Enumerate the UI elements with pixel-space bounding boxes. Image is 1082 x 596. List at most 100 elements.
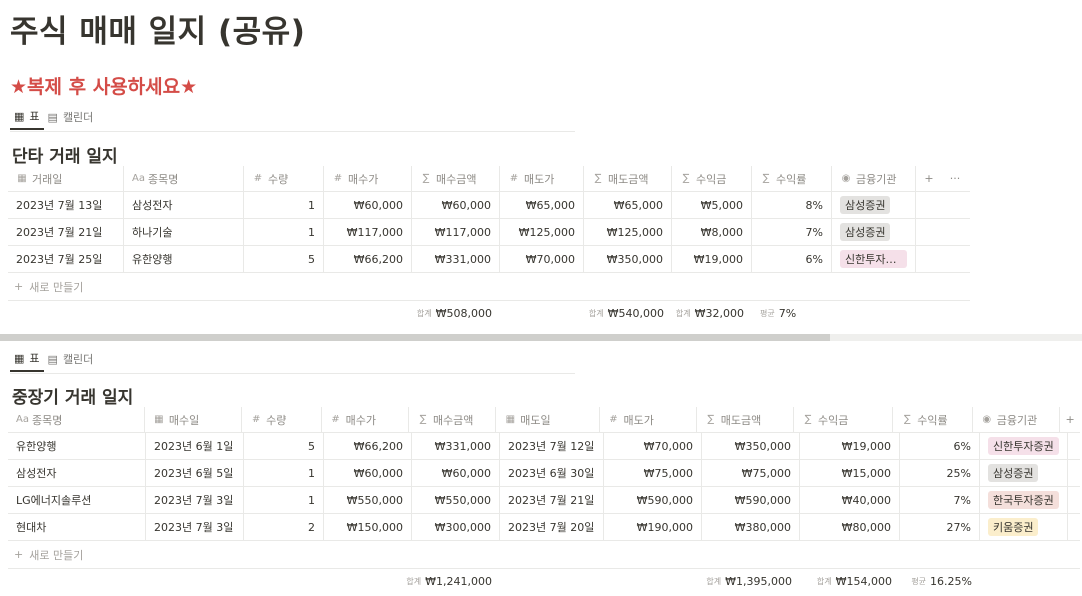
table-row[interactable]: 2023년 7월 25일 유한양행 5 ₩66,200 ₩331,000 ₩70,000 ₩… xyxy=(8,246,970,273)
column-header[interactable]: ◉ 금융기관 xyxy=(973,407,1061,432)
column-header[interactable]: # 매도가 xyxy=(500,166,584,191)
table-cell[interactable]: 키움증권 xyxy=(980,514,1068,540)
column-header[interactable]: ▦ 매수일 xyxy=(145,407,243,432)
table-cell[interactable]: ₩60,000 xyxy=(324,460,412,486)
table-cell[interactable]: 2023년 7월 21일 xyxy=(8,219,124,245)
column-header[interactable]: ▦ 매도일 xyxy=(496,407,600,432)
table-cell[interactable]: 5 xyxy=(244,246,324,272)
table-cell[interactable]: ₩70,000 xyxy=(604,433,702,459)
column-header[interactable]: ∑ 매수금액 xyxy=(412,166,500,191)
footer-cell[interactable]: 합계 ₩540,000 xyxy=(584,301,672,325)
table-cell[interactable]: ₩350,000 xyxy=(702,433,800,459)
column-header[interactable]: ∑ 매수금액 xyxy=(409,407,497,432)
table-cell[interactable]: 유한양행 xyxy=(124,246,244,272)
column-header[interactable]: # 수량 xyxy=(242,407,322,432)
table-cell[interactable]: ₩19,000 xyxy=(672,246,752,272)
table-cell[interactable]: 8% xyxy=(752,192,832,218)
footer-cell[interactable] xyxy=(244,301,324,325)
column-header[interactable]: ∑ 수익률 xyxy=(752,166,832,191)
footer-cell[interactable]: 평균 7% xyxy=(752,301,832,325)
table-cell[interactable]: 2023년 7월 21일 xyxy=(500,487,604,513)
footer-cell[interactable]: 합계 ₩1,395,000 xyxy=(702,569,800,593)
table-cell[interactable]: ₩40,000 xyxy=(800,487,900,513)
footer-cell[interactable]: 합계 ₩32,000 xyxy=(672,301,752,325)
column-header[interactable]: ▦ 거래일 xyxy=(8,166,124,191)
table-cell[interactable]: ₩8,000 xyxy=(672,219,752,245)
tab-calendar[interactable]: ▤ 캘린더 xyxy=(44,346,98,372)
footer-cell[interactable] xyxy=(244,569,324,593)
footer-cell[interactable]: 평균 16.25% xyxy=(900,569,980,593)
more-options-icon[interactable]: ··· xyxy=(942,166,968,191)
table-cell[interactable]: ₩331,000 xyxy=(412,433,500,459)
table-cell[interactable]: ₩590,000 xyxy=(702,487,800,513)
footer-cell[interactable] xyxy=(8,301,124,325)
column-header[interactable]: Aa 종목명 xyxy=(8,407,145,432)
table-cell[interactable]: ₩300,000 xyxy=(412,514,500,540)
table-cell[interactable]: 삼성증권 xyxy=(832,192,916,218)
table-cell[interactable]: 2023년 6월 1일 xyxy=(146,433,244,459)
table-cell[interactable]: ₩331,000 xyxy=(412,246,500,272)
table-cell[interactable]: LG에너지솔루션 xyxy=(8,487,146,513)
footer-cell[interactable]: 합계 ₩154,000 xyxy=(800,569,900,593)
table-cell[interactable]: ₩150,000 xyxy=(324,514,412,540)
footer-cell[interactable] xyxy=(500,569,604,593)
new-row-button[interactable]: + 새로 만들기 xyxy=(8,541,1080,569)
table-cell[interactable]: ₩550,000 xyxy=(412,487,500,513)
column-header[interactable]: ∑ 수익금 xyxy=(672,166,752,191)
table-cell[interactable]: ₩60,000 xyxy=(412,192,500,218)
tab-calendar[interactable]: ▤ 캘린더 xyxy=(44,104,98,130)
column-header[interactable]: # 매수가 xyxy=(324,166,412,191)
table-cell[interactable]: 2023년 6월 30일 xyxy=(500,460,604,486)
table-cell[interactable]: 2023년 7월 3일 xyxy=(146,487,244,513)
table-cell[interactable]: 하나기술 xyxy=(124,219,244,245)
footer-cell[interactable] xyxy=(500,301,584,325)
column-header[interactable]: # 수량 xyxy=(244,166,324,191)
table-cell[interactable]: 2023년 7월 25일 xyxy=(8,246,124,272)
add-property-button[interactable]: + xyxy=(1060,407,1080,432)
table-cell[interactable]: ₩5,000 xyxy=(672,192,752,218)
table-cell[interactable]: ₩19,000 xyxy=(800,433,900,459)
table-cell[interactable]: ₩65,000 xyxy=(500,192,584,218)
table-cell[interactable]: 25% xyxy=(900,460,980,486)
footer-cell[interactable]: 합계 ₩1,241,000 xyxy=(406,569,500,593)
table-cell[interactable]: 7% xyxy=(752,219,832,245)
table-cell[interactable]: 1 xyxy=(244,487,324,513)
table-cell[interactable]: 한국투자증권 xyxy=(980,487,1068,513)
new-row-button[interactable]: + 새로 만들기 xyxy=(8,273,970,301)
table-cell[interactable]: ₩117,000 xyxy=(412,219,500,245)
table-cell[interactable]: 1 xyxy=(244,192,324,218)
column-header[interactable]: Aa 종목명 xyxy=(124,166,244,191)
footer-cell[interactable] xyxy=(832,301,916,325)
table-cell[interactable]: 신한투자증권 xyxy=(832,246,916,272)
table-cell[interactable]: 삼성증권 xyxy=(980,460,1068,486)
table-cell[interactable]: ₩350,000 xyxy=(584,246,672,272)
table-row[interactable]: LG에너지솔루션 2023년 7월 3일 1 ₩550,000 ₩550,000 2023… xyxy=(8,487,1080,514)
table-cell[interactable]: 27% xyxy=(900,514,980,540)
footer-cell[interactable] xyxy=(146,569,244,593)
table-cell[interactable]: 삼성전자 xyxy=(8,460,146,486)
table-row[interactable]: 현대차 2023년 7월 3일 2 ₩150,000 ₩300,000 2023년 7월 … xyxy=(8,514,1080,541)
footer-cell[interactable] xyxy=(324,301,412,325)
table-cell[interactable]: ₩65,000 xyxy=(584,192,672,218)
table-cell[interactable]: 6% xyxy=(900,433,980,459)
footer-cell[interactable]: 합계 ₩508,000 xyxy=(412,301,500,325)
table-cell[interactable]: ₩60,000 xyxy=(324,192,412,218)
column-header[interactable]: ∑ 매도금액 xyxy=(697,407,795,432)
table-cell[interactable]: ₩75,000 xyxy=(702,460,800,486)
table-cell[interactable]: 7% xyxy=(900,487,980,513)
table-cell[interactable]: 2023년 6월 5일 xyxy=(146,460,244,486)
table-row[interactable]: 2023년 7월 13일 삼성전자 1 ₩60,000 ₩60,000 ₩65,000 ₩6… xyxy=(8,192,970,219)
table-cell[interactable]: 신한투자증권 xyxy=(980,433,1068,459)
table-cell[interactable]: 현대차 xyxy=(8,514,146,540)
table-cell[interactable]: 5 xyxy=(244,433,324,459)
table-row[interactable]: 삼성전자 2023년 6월 5일 1 ₩60,000 ₩60,000 2023년 6월 3… xyxy=(8,460,1080,487)
table-cell[interactable]: ₩15,000 xyxy=(800,460,900,486)
table-cell[interactable]: ₩75,000 xyxy=(604,460,702,486)
table-cell[interactable]: 2023년 7월 3일 xyxy=(146,514,244,540)
tab-table[interactable]: ▦ 표 xyxy=(10,104,44,130)
column-header[interactable]: ◉ 금융기관 xyxy=(832,166,916,191)
table-cell[interactable]: ₩380,000 xyxy=(702,514,800,540)
footer-cell[interactable] xyxy=(604,569,702,593)
table-cell[interactable]: ₩590,000 xyxy=(604,487,702,513)
table-cell[interactable]: 유한양행 xyxy=(8,433,146,459)
